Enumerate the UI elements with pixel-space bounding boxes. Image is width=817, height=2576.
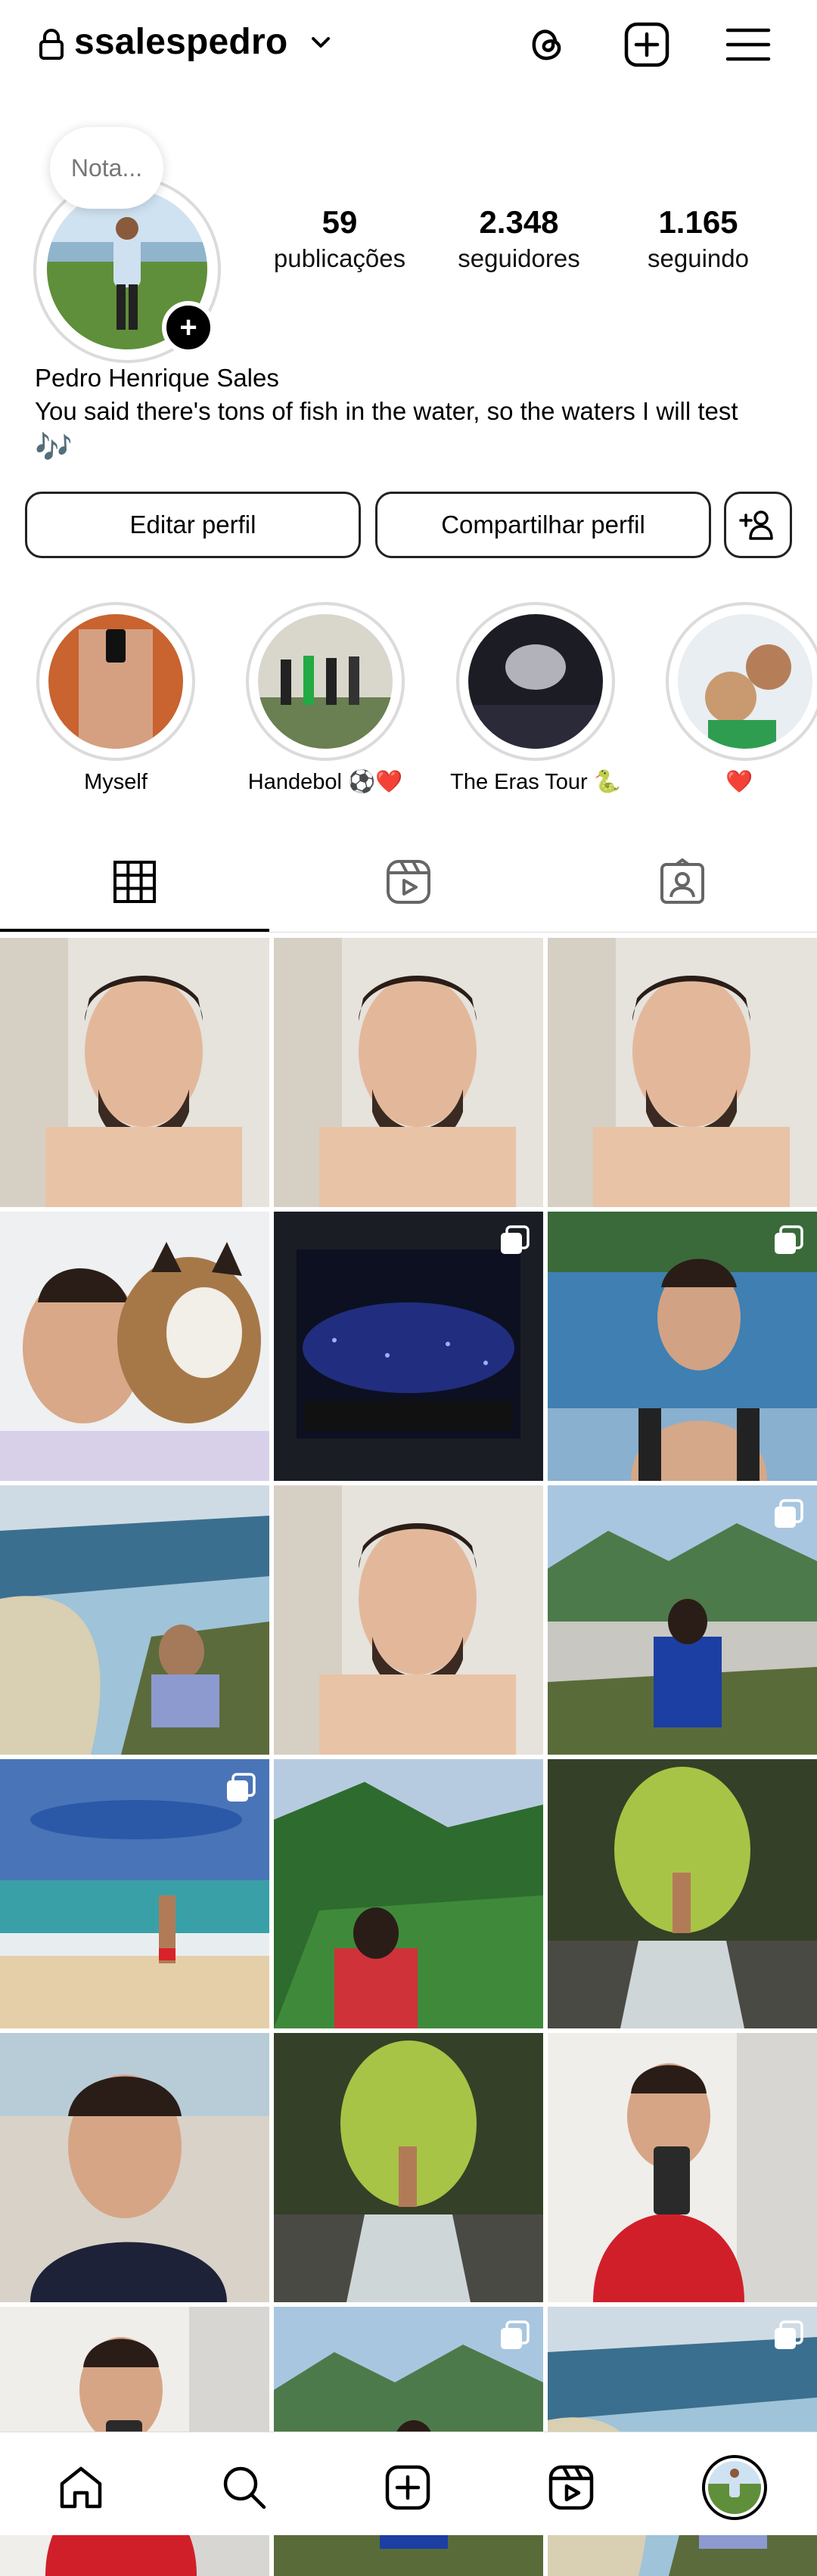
create-post-icon[interactable] (622, 20, 672, 70)
stat-following[interactable]: 1.165 seguindo (611, 203, 785, 275)
stat-label: seguidores (458, 244, 580, 272)
carousel-icon (227, 1773, 256, 1802)
tab-reels[interactable] (274, 832, 543, 932)
stat-value: 59 (322, 204, 358, 240)
reels-icon (387, 860, 430, 904)
grid-post[interactable] (548, 1212, 817, 1481)
post-thumbnail (0, 1212, 269, 1481)
carousel-icon (775, 1499, 803, 1528)
account-username[interactable]: ssalespedro (74, 21, 287, 64)
bio-text: You said there's tons of fish in the wat… (35, 397, 738, 425)
menu-icon[interactable] (723, 20, 773, 70)
threads-icon[interactable] (522, 20, 572, 70)
edit-profile-button[interactable]: Editar perfil (25, 492, 361, 558)
profile-tabs (0, 832, 817, 935)
carousel-icon (501, 2320, 530, 2349)
highlight-myself[interactable] (48, 614, 183, 749)
share-profile-button[interactable]: Compartilhar perfil (375, 492, 711, 558)
carousel-icon (501, 1225, 530, 1254)
full-name: Pedro Henrique Sales (35, 364, 279, 392)
grid-post[interactable] (0, 1212, 269, 1481)
post-thumbnail (0, 938, 269, 1207)
add-person-icon (739, 511, 773, 540)
note-bubble[interactable]: Nota... (50, 127, 163, 209)
grid-post[interactable] (0, 1759, 269, 2028)
carousel-icon (775, 1225, 803, 1254)
grid-post[interactable] (548, 2033, 817, 2302)
post-thumbnail (548, 938, 817, 1207)
grid-post[interactable] (0, 938, 269, 1207)
discover-people-button[interactable] (724, 492, 792, 558)
chevron-down-icon[interactable] (309, 30, 333, 54)
home-icon[interactable] (56, 2463, 106, 2512)
stat-followers[interactable]: 2.348 seguidores (432, 203, 606, 275)
bottom-nav (0, 2432, 817, 2535)
carousel-icon (775, 2320, 803, 2349)
grid-post[interactable] (548, 938, 817, 1207)
post-thumbnail (274, 1485, 543, 1755)
create-icon[interactable] (383, 2463, 433, 2512)
grid-post[interactable] (274, 1485, 543, 1755)
grid-post[interactable] (548, 1759, 817, 2028)
lock-icon (39, 29, 64, 60)
highlight-label: Myself (84, 770, 148, 794)
highlight-label: The Eras Tour 🐍 (450, 770, 621, 794)
posts-grid-icon (113, 861, 156, 903)
tabs-divider (0, 932, 817, 933)
stat-posts[interactable]: 59 publicações (253, 203, 427, 275)
profile-nav-avatar[interactable] (702, 2455, 767, 2520)
music-emoji: 🎶 (35, 431, 73, 464)
stat-label: seguindo (648, 244, 749, 272)
search-icon[interactable] (219, 2463, 269, 2512)
grid-post[interactable] (0, 1485, 269, 1755)
post-thumbnail (0, 2033, 269, 2302)
stat-value: 1.165 (658, 204, 738, 240)
reels-nav-icon[interactable] (546, 2463, 596, 2512)
highlight-heart[interactable] (678, 614, 812, 749)
highlight-eras-tour[interactable] (468, 614, 603, 749)
post-thumbnail (548, 2033, 817, 2302)
tagged-icon (660, 858, 704, 904)
post-thumbnail (274, 2033, 543, 2302)
post-thumbnail (274, 1759, 543, 2028)
highlight-handebol[interactable] (258, 614, 393, 749)
stat-label: publicações (273, 244, 406, 272)
grid-post[interactable] (274, 2033, 543, 2302)
tab-tagged[interactable] (548, 832, 817, 932)
top-bar: ssalespedro (0, 0, 817, 83)
grid-post[interactable] (274, 1759, 543, 2028)
grid-post[interactable] (274, 1212, 543, 1481)
tab-posts[interactable] (0, 832, 269, 932)
grid-post[interactable] (0, 2033, 269, 2302)
post-thumbnail (274, 938, 543, 1207)
post-thumbnail (548, 1759, 817, 2028)
grid-post[interactable] (548, 1485, 817, 1755)
grid-post[interactable] (274, 938, 543, 1207)
highlight-label: Handebol ⚽❤️ (247, 770, 403, 794)
highlight-label: ❤️ (725, 770, 753, 794)
stat-value: 2.348 (479, 204, 559, 240)
post-thumbnail (0, 1485, 269, 1755)
add-story-icon[interactable]: + (162, 301, 215, 354)
